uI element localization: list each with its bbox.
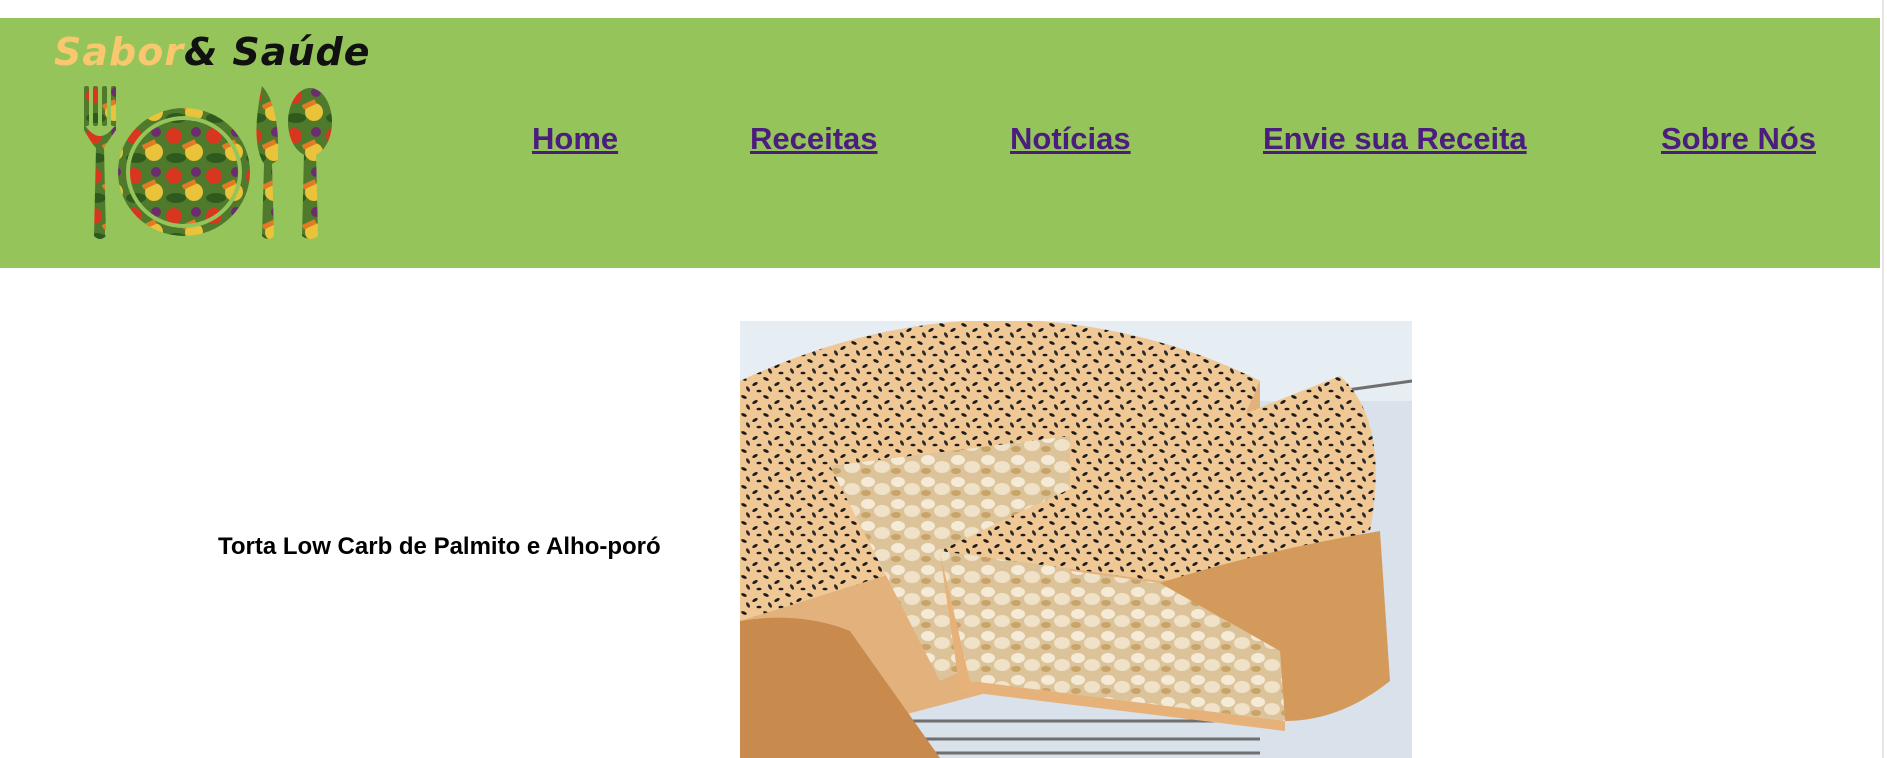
recipe-title[interactable]: Torta Low Carb de Palmito e Alho-poró bbox=[218, 533, 661, 561]
page-edge-rule bbox=[1882, 0, 1884, 758]
nav-link-receitas[interactable]: Receitas bbox=[750, 121, 878, 157]
nav-link-noticias[interactable]: Notícias bbox=[1010, 121, 1131, 157]
recipe-photo[interactable] bbox=[740, 321, 1412, 758]
main-nav: Home Receitas Notícias Envie sua Receita… bbox=[0, 18, 1880, 268]
nav-link-sobre-nos[interactable]: Sobre Nós bbox=[1661, 121, 1816, 157]
nav-link-envie-sua-receita[interactable]: Envie sua Receita bbox=[1263, 121, 1527, 157]
pie-image bbox=[740, 321, 1412, 758]
nav-link-home[interactable]: Home bbox=[532, 121, 618, 157]
